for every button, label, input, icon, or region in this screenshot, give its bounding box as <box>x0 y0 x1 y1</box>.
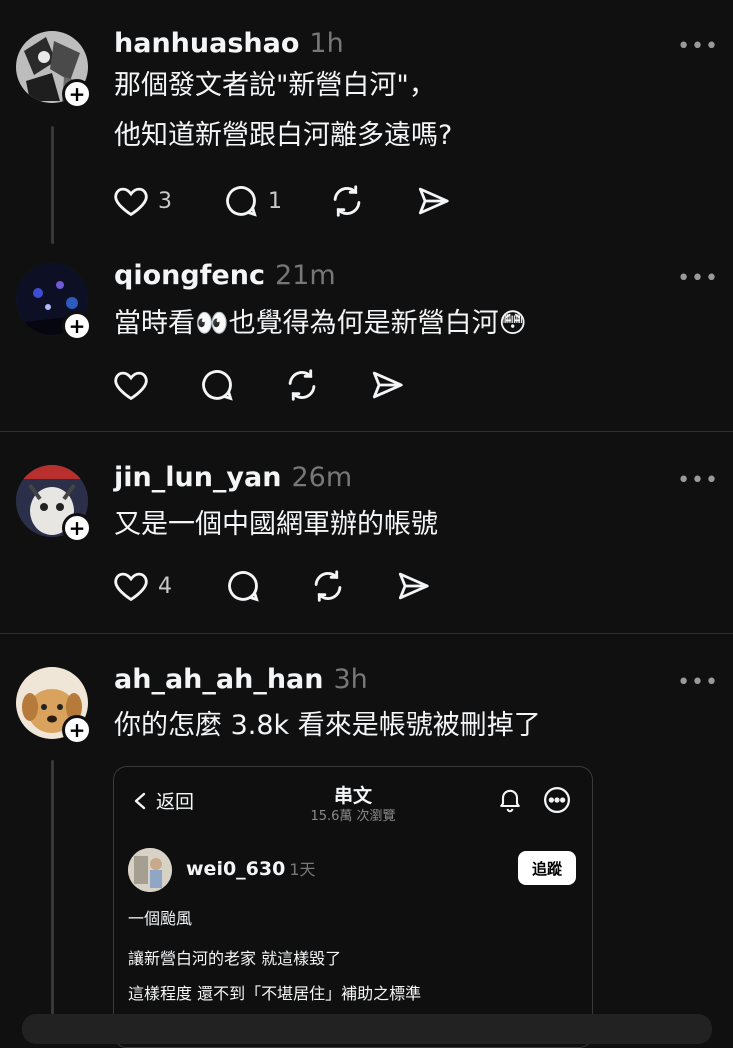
post-text: 那個發文者說"新營白河"， 他知道新營跟白河離多遠嗎? <box>114 64 452 158</box>
thread-line <box>51 126 54 244</box>
like-button[interactable]: 3 <box>112 181 172 221</box>
share-button[interactable] <box>368 365 406 405</box>
post-text-line: 讓新營白河的老家 就這樣毀了 <box>128 949 342 968</box>
heart-icon <box>114 572 148 602</box>
post-text-line: 你的怎麼 3.8k 看來是帳號被刪掉了 <box>114 710 541 741</box>
post-text-line: 他知道新營跟白河離多遠嗎? <box>114 120 453 151</box>
more-options-icon[interactable]: ••• <box>677 266 719 291</box>
more-options-icon[interactable]: ••• <box>677 34 719 59</box>
repost-icon <box>314 570 342 602</box>
reply-post: + hanhuashao 1h ••• 那個發文者說"新營白河"， 他知道新營跟白… <box>0 0 733 250</box>
follow-button: 追蹤 <box>518 851 576 885</box>
post-time: 1h <box>309 28 344 59</box>
share-button[interactable] <box>414 181 452 221</box>
more-options-icon[interactable]: ••• <box>677 670 719 695</box>
avatar <box>128 848 172 892</box>
post-time: 1天 <box>289 860 316 879</box>
follow-plus-button[interactable]: + <box>62 513 92 543</box>
post-text-line: 這樣程度 還不到「不堪居住」補助之標準 <box>128 984 422 1003</box>
share-button[interactable] <box>394 566 432 606</box>
post-time: 26m <box>291 462 353 493</box>
like-button[interactable]: 4 <box>112 566 172 606</box>
repost-button[interactable] <box>328 181 366 221</box>
thread-line <box>51 760 54 1024</box>
comment-icon <box>226 186 257 217</box>
post-time: 21m <box>274 260 336 291</box>
username[interactable]: qiongfenc 21m <box>114 260 336 291</box>
username: wei0_630 1天 <box>186 858 316 880</box>
send-icon <box>398 572 429 600</box>
reply-button[interactable] <box>198 365 236 405</box>
username[interactable]: hanhuashao 1h <box>114 28 344 59</box>
follow-plus-button[interactable]: + <box>62 715 92 745</box>
repost-icon <box>333 185 361 217</box>
username[interactable]: jin_lun_yan 26m <box>114 462 352 493</box>
reply-button[interactable]: 1 <box>222 181 282 221</box>
post-text: 又是一個中國網軍辦的帳號 <box>114 503 438 547</box>
username[interactable]: ah_ah_ah_han 3h <box>114 664 368 695</box>
heart-icon <box>114 187 148 217</box>
reply-count: 1 <box>268 188 282 214</box>
bell-icon <box>500 789 520 813</box>
reply-composer-bar[interactable] <box>22 1014 712 1044</box>
like-button[interactable] <box>112 365 150 405</box>
like-count: 3 <box>158 188 172 214</box>
post-text-line: 又是一個中國網軍辦的帳號 <box>114 509 438 540</box>
follow-plus-button[interactable]: + <box>62 79 92 109</box>
reply-button[interactable] <box>224 566 262 606</box>
repost-icon <box>288 369 316 401</box>
post-text-line: 當時看👀也覺得為何是新營白河😳 <box>114 308 527 339</box>
more-options-icon[interactable]: ••• <box>677 468 719 493</box>
like-count: 4 <box>158 573 172 599</box>
post-text-line: 一個颱風 <box>128 909 193 928</box>
repost-button[interactable] <box>309 566 347 606</box>
reply-post: + jin_lun_yan 26m ••• 又是一個中國網軍辦的帳號 4 <box>0 432 733 632</box>
send-icon <box>372 371 403 399</box>
comment-icon <box>202 370 233 401</box>
reply-post: + qiongfenc 21m ••• 當時看👀也覺得為何是新營白河😳 <box>0 250 733 430</box>
comment-icon <box>228 571 259 602</box>
send-icon <box>418 187 449 215</box>
post-text-line: 那個發文者說"新營白河"， <box>114 70 436 101</box>
post-text: 當時看👀也覺得為何是新營白河😳 <box>114 302 527 346</box>
follow-plus-button[interactable]: + <box>62 311 92 341</box>
post-text: 你的怎麼 3.8k 看來是帳號被刪掉了 <box>114 704 541 748</box>
heart-icon <box>114 371 148 401</box>
repost-button[interactable] <box>283 365 321 405</box>
more-circle-icon <box>544 787 570 813</box>
attached-screenshot[interactable]: 返回 串文 15.6萬 次瀏覽 wei0_630 1天 追蹤 一個颱風 讓新營白河… <box>113 766 593 1048</box>
post-time: 3h <box>333 664 368 695</box>
